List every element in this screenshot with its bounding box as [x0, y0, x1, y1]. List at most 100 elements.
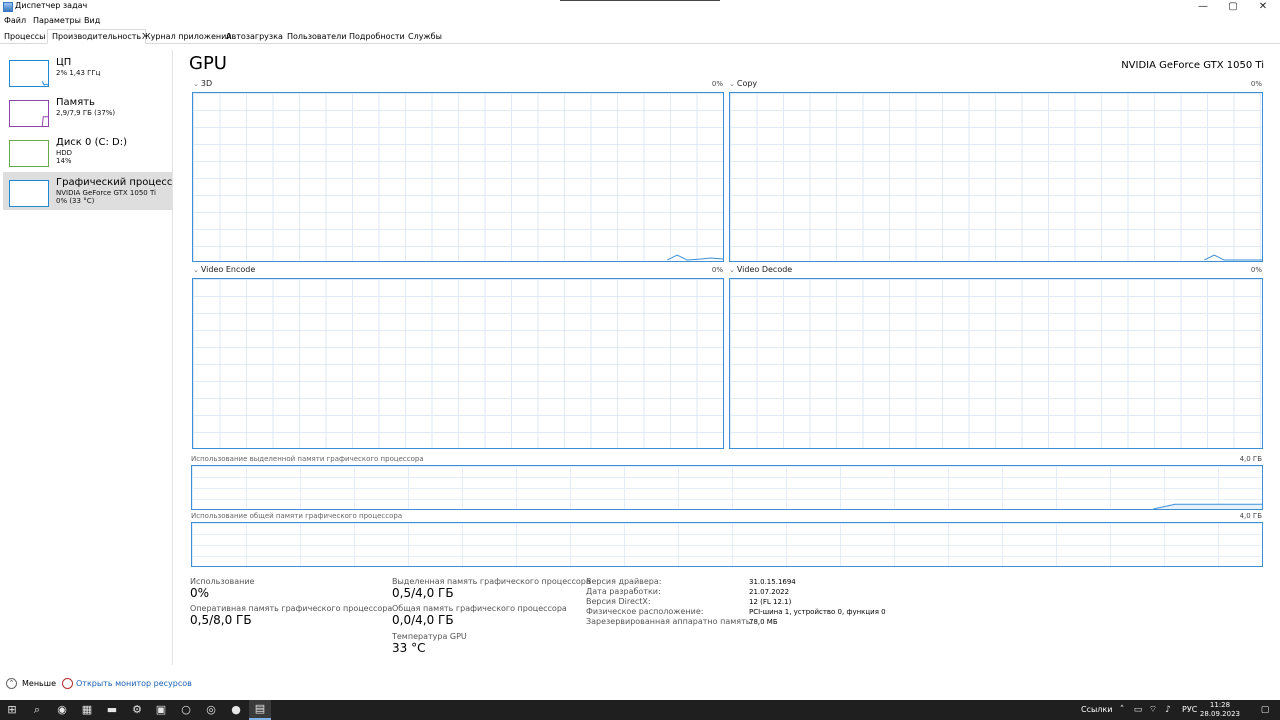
- steam-icon[interactable]: ◉: [55, 703, 69, 717]
- engine-selector-video-decode[interactable]: ⌄ Video Decode: [729, 265, 792, 274]
- task-manager-icon: ▤: [254, 702, 266, 715]
- settings-gear-icon[interactable]: ⚙: [130, 703, 144, 717]
- info-value-driver-date: 21.07.2022: [749, 588, 790, 596]
- engine-label: 3D: [200, 79, 213, 88]
- engine-graph-copy: [729, 92, 1263, 262]
- engine-selector-3d[interactable]: ⌄ 3D: [193, 79, 212, 88]
- tray-app-icon[interactable]: ▭: [1131, 703, 1145, 717]
- info-key-location: Физическое расположение:: [586, 607, 704, 616]
- task-manager-app-icon: [3, 2, 13, 12]
- clock-time: 11:28: [1209, 701, 1231, 709]
- menu-file[interactable]: Файл: [4, 16, 26, 25]
- gpu-temperature-value: 33 °C: [392, 641, 426, 655]
- tab-strip: Процессы Производительность Журнал прило…: [0, 29, 1280, 44]
- engine-label: Copy: [736, 79, 758, 88]
- dedicated-memory-max: 4,0 ГБ: [1239, 455, 1262, 463]
- engine-max-percent: 0%: [1250, 80, 1262, 88]
- clock-date: 28.09.2023: [1199, 710, 1240, 718]
- info-key-directx: Версия DirectX:: [586, 597, 651, 606]
- sidebar-item-usage: 0% (33 °C): [56, 197, 95, 205]
- usage-label: Использование: [190, 577, 255, 586]
- menu-bar: Файл Параметры Вид: [0, 14, 1280, 27]
- minimize-button[interactable]: —: [1186, 0, 1220, 14]
- engine-selector-copy[interactable]: ⌄ Copy: [729, 79, 757, 88]
- disk-thumbnail-graph: [9, 140, 49, 167]
- tab-startup[interactable]: Автозагрузка: [222, 30, 287, 44]
- open-resource-monitor-link[interactable]: Открыть монитор ресурсов: [76, 679, 192, 688]
- sidebar-item-label: Графический процесс: [56, 177, 173, 188]
- sidebar-item-disk[interactable]: Диск 0 (C: D:) HDD 14%: [3, 132, 172, 170]
- sidebar-item-label: ЦП: [56, 57, 72, 68]
- shared-memory-graph-label: Использование общей памяти графического …: [191, 512, 403, 520]
- sidebar-item-detail: 2% 1,43 ГГц: [56, 69, 101, 77]
- menu-options[interactable]: Параметры: [33, 16, 81, 25]
- tab-users[interactable]: Пользователи: [283, 30, 350, 44]
- cpu-thumbnail-graph: [9, 60, 49, 87]
- tab-performance[interactable]: Производительность: [47, 29, 147, 44]
- close-button[interactable]: ✕: [1246, 0, 1280, 14]
- search-icon[interactable]: ⌕: [30, 703, 44, 717]
- sidebar-item-cpu[interactable]: ЦП 2% 1,43 ГГц: [3, 52, 172, 90]
- notifications-icon[interactable]: ▢: [1258, 703, 1272, 717]
- gpu-ram-label: Оперативная память графического процессо…: [190, 604, 393, 613]
- chevron-down-icon: ⌄: [729, 80, 735, 88]
- shared-memory-max: 4,0 ГБ: [1239, 512, 1262, 520]
- task-manager-taskbar-button[interactable]: ▤: [249, 700, 271, 720]
- sidebar-item-gpu[interactable]: Графический процесс NVIDIA GeForce GTX 1…: [3, 172, 172, 210]
- usage-value: 0%: [190, 586, 210, 600]
- info-value-location: PCI-шина 1, устройство 0, функция 0: [749, 608, 886, 616]
- info-value-reserved-memory: 78,0 МБ: [749, 618, 778, 626]
- dedicated-memory-graph-label: Использование выделенной памяти графичес…: [191, 455, 424, 463]
- resource-sidebar: ЦП 2% 1,43 ГГц Память 2,9/7,9 ГБ (37%) Д…: [0, 50, 173, 665]
- engine-selector-video-encode[interactable]: ⌄ Video Encode: [193, 265, 255, 274]
- app-icon[interactable]: ●: [229, 703, 243, 717]
- info-key-driver-version: Версия драйвера:: [586, 577, 662, 586]
- title-drag-indicator: [560, 0, 720, 1]
- chevron-up-icon[interactable]: ˄: [1115, 703, 1129, 717]
- tab-app-history[interactable]: Журнал приложений: [138, 30, 236, 44]
- gpu-thumbnail-graph: [9, 180, 49, 207]
- page-title: GPU: [189, 53, 227, 74]
- info-key-reserved-memory: Зарезервированная аппаратно память:: [586, 617, 754, 626]
- engine-label: Video Decode: [736, 265, 793, 274]
- windows-start-icon[interactable]: ⊞: [5, 703, 19, 717]
- taskbar-clock[interactable]: 11:28 28.09.2023: [1200, 701, 1240, 719]
- dedicated-memory-label: Выделенная память графического процессор…: [392, 577, 591, 586]
- fewer-details-button[interactable]: Меньше: [22, 679, 56, 688]
- tab-processes[interactable]: Процессы: [0, 30, 49, 44]
- language-indicator[interactable]: РУС: [1182, 705, 1197, 714]
- task-manager-window: Диспетчер задач — ▢ ✕ Файл Параметры Вид…: [0, 0, 1280, 720]
- engine-graph-3d: [192, 92, 724, 262]
- terminal-icon[interactable]: ▣: [154, 703, 168, 717]
- file-explorer-icon[interactable]: ▬: [105, 703, 119, 717]
- dedicated-memory-graph: [191, 465, 1263, 510]
- engine-graph-video-encode: [192, 278, 724, 449]
- engine-graph-video-decode: [729, 278, 1263, 449]
- network-icon[interactable]: ⌔: [1146, 703, 1160, 717]
- sidebar-item-detail: NVIDIA GeForce GTX 1050 Ti: [56, 189, 156, 197]
- sidebar-item-memory[interactable]: Память 2,9/7,9 ГБ (37%): [3, 92, 172, 130]
- gpu-temperature-label: Температура GPU: [392, 632, 467, 641]
- gpu-ram-value: 0,5/8,0 ГБ: [190, 613, 252, 627]
- chrome-icon[interactable]: ◎: [204, 703, 218, 717]
- tab-details[interactable]: Подробности: [345, 30, 409, 44]
- shared-memory-value: 0,0/4,0 ГБ: [392, 613, 454, 627]
- volume-icon[interactable]: ♪: [1161, 703, 1175, 717]
- sidebar-item-detail: HDD: [56, 149, 73, 157]
- chevron-down-icon: ⌄: [193, 266, 199, 274]
- shared-memory-label: Общая память графического процессора: [392, 604, 567, 613]
- info-value-driver-version: 31.0.15.1694: [749, 578, 796, 586]
- opera-icon[interactable]: ○: [179, 703, 193, 717]
- links-toolbar[interactable]: Ссылки: [1081, 705, 1112, 714]
- sidebar-item-label: Диск 0 (C: D:): [56, 137, 127, 148]
- chevron-down-icon: ⌄: [193, 80, 199, 88]
- title-bar[interactable]: Диспетчер задач — ▢ ✕: [0, 0, 1280, 14]
- tab-services[interactable]: Службы: [404, 30, 446, 44]
- calculator-icon[interactable]: ▦: [80, 703, 94, 717]
- window-title: Диспетчер задач: [15, 1, 88, 10]
- chevron-up-icon[interactable]: ⌃: [6, 678, 17, 689]
- engine-max-percent: 0%: [711, 80, 723, 88]
- memory-thumbnail-graph: [9, 100, 49, 127]
- menu-view[interactable]: Вид: [84, 16, 100, 25]
- maximize-button[interactable]: ▢: [1216, 0, 1250, 14]
